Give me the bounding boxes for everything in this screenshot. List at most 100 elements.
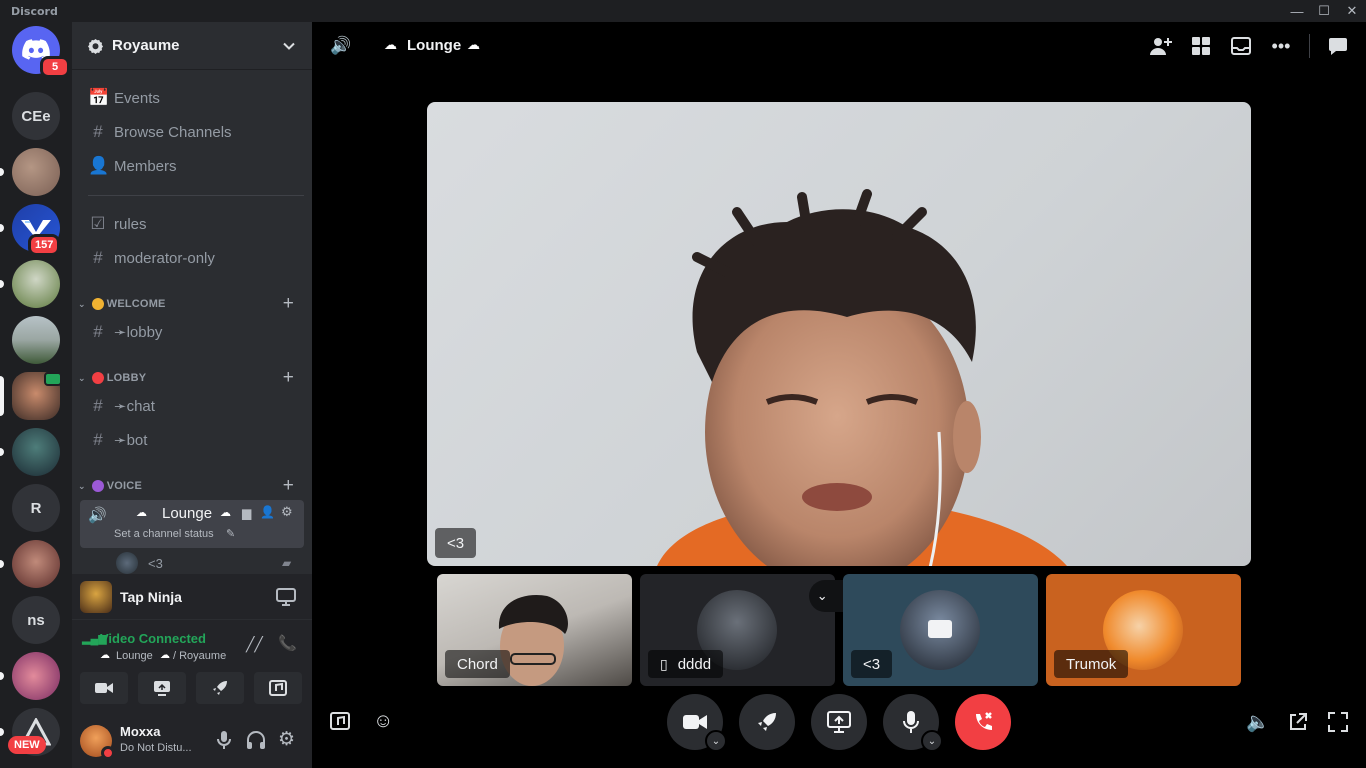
cloud-icon: ☁	[220, 507, 231, 519]
minimize-button[interactable]: —	[1282, 0, 1312, 22]
server-icon-ns[interactable]: ns	[12, 596, 60, 644]
chevron-down-icon: ⌄	[78, 372, 86, 383]
deafen-button[interactable]	[246, 730, 266, 750]
camera-options-button[interactable]: ⌄	[705, 730, 727, 752]
grid-layout-button[interactable]	[1189, 34, 1213, 58]
screen-share-icon	[827, 711, 851, 733]
username: Moxxa	[120, 724, 161, 739]
activity-name: Tap Ninja	[120, 588, 182, 605]
focused-video-stream[interactable]: <3	[427, 102, 1251, 566]
inbox-button[interactable]	[1229, 34, 1253, 58]
inbox-icon	[1231, 37, 1251, 55]
chat-icon[interactable]: ▆	[242, 506, 251, 520]
cloud-icon: ☁	[100, 650, 110, 661]
participant-tile-chord[interactable]: Chord	[437, 574, 632, 686]
mute-button[interactable]	[216, 730, 232, 750]
server-icon-7[interactable]	[12, 428, 60, 476]
server-icon-5[interactable]	[12, 316, 60, 364]
browse-channels-link[interactable]: # Browse Channels	[80, 116, 304, 148]
soundboard-icon	[330, 712, 350, 730]
screen-share-icon[interactable]	[276, 588, 296, 606]
noise-suppression-icon[interactable]: ╱╱	[246, 636, 263, 653]
volume-button[interactable]: 🔈	[1246, 710, 1270, 734]
chevron-down-icon: ⌄	[816, 588, 828, 603]
pop-out-icon	[1290, 713, 1307, 730]
emoji-button[interactable]: ☺	[373, 710, 393, 733]
invite-icon[interactable]: 👤	[260, 505, 275, 519]
cloud-icon: ☁	[160, 650, 170, 661]
activity-row[interactable]: Tap Ninja	[72, 574, 312, 620]
channel-status-input[interactable]: Set a channel status	[114, 528, 214, 540]
calendar-icon: 📅	[88, 88, 110, 107]
fullscreen-icon	[1328, 712, 1348, 732]
server-icon-r[interactable]: R	[12, 484, 60, 532]
server-icon-cee[interactable]: CEe	[12, 92, 60, 140]
hash-lock-icon: #	[93, 248, 103, 267]
user-settings-button[interactable]: ⚙	[278, 728, 295, 751]
voice-connection-panel: ▂▄▆ Video Connected ☁ Lounge ☁ / Royaume…	[72, 620, 312, 714]
maximize-button[interactable]: ☐	[1309, 0, 1339, 22]
camera-button[interactable]: ⌄	[667, 694, 727, 752]
more-options-button[interactable]: •••	[1269, 34, 1293, 58]
participant-tile-3[interactable]: <3	[843, 574, 1038, 686]
server-icon-11[interactable]	[12, 652, 60, 700]
user-panel: Moxxa Do Not Distu... ⚙	[72, 714, 312, 768]
close-window-button[interactable]: ✕	[1337, 0, 1366, 22]
soundboard-button[interactable]	[330, 712, 350, 730]
create-channel-button[interactable]: +	[283, 367, 294, 389]
category-emoji-icon	[91, 298, 104, 310]
voice-member[interactable]: <3 ▰	[116, 552, 316, 574]
channel-moderator-only[interactable]: # moderator-only	[80, 242, 304, 274]
members-link[interactable]: 👤 Members	[80, 150, 304, 182]
unread-pill	[0, 672, 4, 680]
channel-bot[interactable]: # ➛bot	[80, 424, 304, 456]
pop-out-button[interactable]	[1288, 712, 1308, 732]
channel-rules[interactable]: ☑ rules	[80, 208, 304, 240]
disconnect-icon[interactable]: 📞	[278, 634, 297, 652]
disconnect-button[interactable]	[955, 694, 1011, 750]
camera-icon	[95, 683, 113, 693]
unread-pill	[0, 280, 4, 288]
channel-lobby[interactable]: # ➛lobby	[80, 316, 304, 348]
server-icon-4[interactable]	[12, 260, 60, 308]
server-link[interactable]: / Royaume	[173, 650, 226, 662]
microphone-icon	[903, 711, 919, 733]
camera-icon	[683, 715, 707, 729]
unread-pill	[0, 728, 4, 736]
create-channel-button[interactable]: +	[283, 293, 294, 315]
more-icon: •••	[1271, 35, 1291, 56]
category-voice[interactable]: ⌄ VOICE +	[76, 475, 304, 497]
participant-name: Trumok	[1054, 650, 1129, 678]
guild-header[interactable]: Royaume	[72, 22, 312, 70]
voice-channel-lounge[interactable]: 🔊 ☁ Lounge ☁ ▆ 👤 ⚙ Set a channel status …	[80, 500, 304, 548]
category-welcome[interactable]: ⌄ WELCOME +	[76, 293, 304, 315]
server-icon-9[interactable]	[12, 540, 60, 588]
microphone-options-button[interactable]: ⌄	[921, 730, 943, 752]
participant-tile-trumok[interactable]: Trumok	[1046, 574, 1241, 686]
share-screen-button[interactable]	[138, 672, 186, 704]
avatar[interactable]	[80, 725, 115, 760]
soundboard-button[interactable]	[254, 672, 302, 704]
create-channel-button[interactable]: +	[283, 475, 294, 497]
channel-sidebar: Royaume 📅 Events # Browse Channels 👤 Mem…	[72, 22, 312, 768]
gear-icon[interactable]: ⚙	[281, 504, 293, 520]
fullscreen-button[interactable]	[1328, 712, 1348, 732]
grid-icon	[1192, 37, 1210, 55]
server-icon-2[interactable]	[12, 148, 60, 196]
server-unread-badge: 157	[28, 234, 61, 256]
category-lobby[interactable]: ⌄ LOBBY +	[76, 367, 304, 389]
channel-chat[interactable]: # ➛chat	[80, 390, 304, 422]
microphone-button[interactable]: ⌄	[883, 694, 943, 752]
chevron-down-icon	[283, 42, 295, 50]
participant-tile-dddd[interactable]: ▯ dddd	[640, 574, 835, 686]
cloud-icon: ☁	[136, 507, 147, 519]
voice-channel-link[interactable]: Lounge	[116, 650, 153, 662]
activities-button[interactable]	[739, 694, 795, 750]
browse-channels-icon: #	[93, 122, 103, 141]
video-button[interactable]	[80, 672, 128, 704]
events-link[interactable]: 📅 Events	[80, 82, 304, 114]
activity-button[interactable]	[196, 672, 244, 704]
share-screen-button[interactable]	[811, 694, 867, 750]
chat-toggle-button[interactable]	[1326, 34, 1350, 58]
invite-button[interactable]	[1149, 34, 1173, 58]
